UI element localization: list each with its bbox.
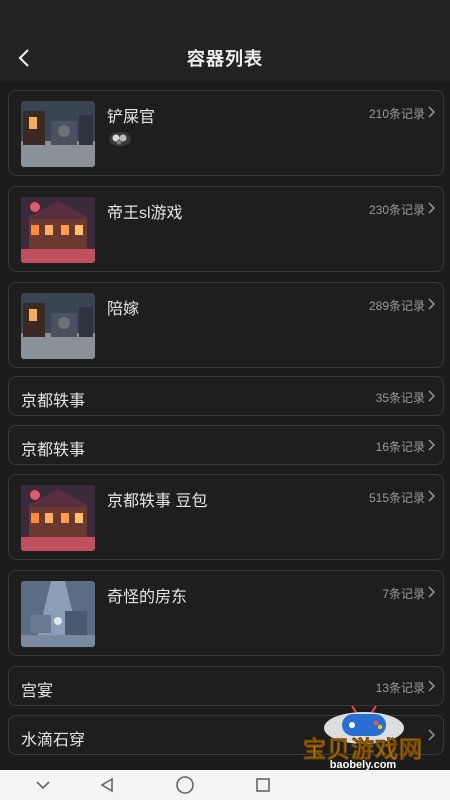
page-title: 容器列表 [187, 49, 263, 69]
nav-recents-button[interactable] [252, 774, 274, 796]
container-name: 京都轶事 豆包 [107, 493, 208, 510]
thumbnail-image [21, 581, 95, 647]
chevron-right-icon [428, 298, 435, 310]
chevron-right-icon [428, 439, 435, 451]
container-name: 陪嫁 [107, 301, 140, 318]
system-nav-bar [0, 770, 450, 800]
container-name: 铲屎官 [107, 109, 156, 126]
container-name: 宫宴 [21, 683, 54, 700]
nav-home-button[interactable] [174, 774, 196, 796]
container-list[interactable]: 铲屎官 210条记录 帝王sl游戏 230条记录 陪嫁 289条记录 京都轶事 … [0, 82, 450, 770]
container-name: 帝王sl游戏 [107, 205, 183, 222]
list-item[interactable]: 水滴石穿 [8, 715, 444, 755]
record-count: 515条记录 [368, 491, 425, 505]
list-item[interactable]: 京都轶事 豆包 515条记录 [8, 474, 444, 560]
list-item[interactable]: 奇怪的房东 7条记录 [8, 570, 444, 656]
list-item[interactable]: 京都轶事 35条记录 [8, 376, 444, 416]
app-header: 容器列表 [0, 0, 450, 82]
triangle-back-icon [100, 777, 113, 793]
chevron-right-icon [428, 106, 435, 118]
container-name: 水滴石穿 [21, 732, 86, 749]
chevron-right-icon [428, 202, 435, 214]
record-count: 16条记录 [375, 440, 425, 454]
record-count: 210条记录 [368, 107, 425, 121]
list-item[interactable]: 帝王sl游戏 230条记录 [8, 186, 444, 272]
record-count: 35条记录 [375, 391, 425, 405]
record-count: 230条记录 [368, 203, 425, 217]
list-item[interactable]: 京都轶事 16条记录 [8, 425, 444, 465]
chevron-right-icon [428, 490, 435, 502]
nav-back-button[interactable] [96, 774, 118, 796]
chevron-down-icon [36, 781, 50, 790]
nav-collapse-button[interactable] [32, 774, 54, 796]
avatar [109, 132, 131, 146]
thumbnail-image [21, 197, 95, 263]
thumbnail-image [21, 293, 95, 359]
record-count: 289条记录 [368, 299, 425, 313]
chevron-right-icon [428, 390, 435, 402]
chevron-right-icon [428, 586, 435, 598]
container-name: 奇怪的房东 [107, 589, 188, 606]
container-name: 京都轶事 [21, 393, 86, 410]
thumbnail-image [21, 485, 95, 551]
chevron-right-icon [428, 729, 435, 741]
list-item[interactable]: 陪嫁 289条记录 [8, 282, 444, 368]
list-item[interactable]: 铲屎官 210条记录 [8, 90, 444, 176]
record-count: 7条记录 [382, 587, 425, 601]
record-count: 13条记录 [375, 681, 425, 695]
container-name: 京都轶事 [21, 442, 86, 459]
list-item[interactable]: 宫宴 13条记录 [8, 666, 444, 706]
thumbnail-image [21, 101, 95, 167]
chevron-right-icon [428, 680, 435, 692]
square-recents-icon [256, 778, 270, 792]
circle-home-icon [176, 776, 194, 794]
